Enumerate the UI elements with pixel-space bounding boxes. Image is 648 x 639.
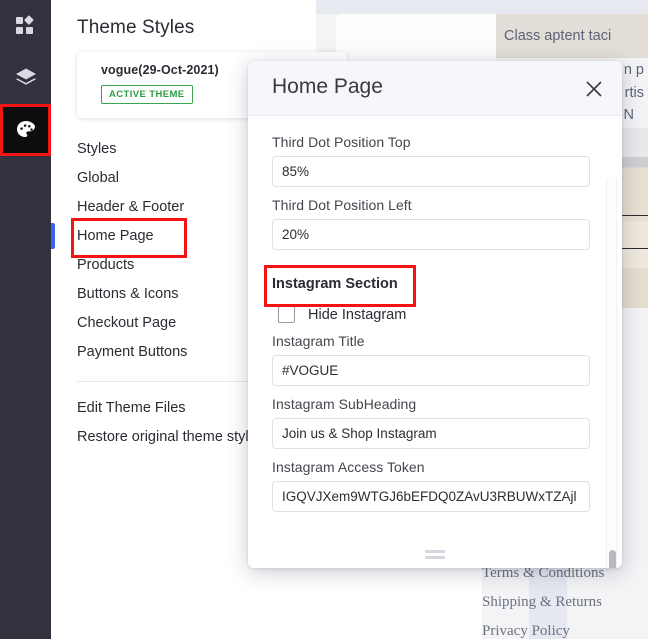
page-title: Theme Styles	[77, 17, 195, 38]
resize-handle[interactable]	[425, 550, 445, 559]
rail-item-apps[interactable]	[0, 0, 51, 52]
label-third-dot-left: Third Dot Position Left	[272, 197, 412, 213]
preview-fragment-1: n p	[623, 62, 644, 78]
modal-body: Third Dot Position Top Third Dot Positio…	[248, 116, 622, 568]
rail-item-layers[interactable]	[0, 52, 51, 104]
layers-icon	[15, 68, 36, 85]
section-heading-instagram: Instagram Section	[264, 265, 416, 307]
label-instagram-title: Instagram Title	[272, 333, 365, 349]
footer-link[interactable]: Privacy Policy	[482, 623, 648, 639]
label-instagram-subheading: Instagram SubHeading	[272, 396, 417, 412]
rail-item-theme[interactable]	[0, 104, 51, 156]
modal-title: Home Page	[272, 75, 383, 98]
input-instagram-title[interactable]	[272, 355, 590, 386]
input-third-dot-left[interactable]	[272, 219, 590, 250]
preview-photo-frame	[618, 215, 648, 249]
preview-fragment-2: rtis	[624, 85, 644, 101]
hide-instagram-row[interactable]: Hide Instagram	[278, 306, 594, 323]
status-badge: ACTIVE THEME	[101, 85, 193, 104]
preview-footer-links: Terms & Conditions Shipping & Returns Pr…	[482, 565, 648, 639]
footer-link[interactable]: Shipping & Returns	[482, 594, 648, 611]
label-instagram-access-token: Instagram Access Token	[272, 459, 425, 475]
label-hide-instagram: Hide Instagram	[308, 306, 407, 323]
apps-icon	[15, 15, 33, 34]
modal-scrollbar-thumb[interactable]	[609, 550, 616, 568]
app-screen: Class aptent taci n p rtis N s c Terms &…	[0, 0, 648, 639]
input-third-dot-top[interactable]	[272, 156, 590, 187]
home-page-modal: Home Page Third Dot Position Top Third D…	[248, 61, 622, 568]
modal-header: Home Page	[248, 61, 622, 116]
modal-scrollbar[interactable]	[606, 178, 617, 568]
input-instagram-subheading[interactable]	[272, 418, 590, 449]
palette-icon	[16, 121, 35, 137]
preview-beige-text: Class aptent taci	[504, 28, 612, 44]
icon-rail	[0, 0, 51, 639]
preview-footer-white	[316, 565, 482, 639]
preview-fragment-3: N	[623, 107, 634, 123]
label-third-dot-top: Third Dot Position Top	[272, 134, 411, 150]
preview-top-strip	[316, 0, 648, 14]
close-icon[interactable]	[583, 78, 605, 100]
checkbox-hide-instagram[interactable]	[278, 306, 295, 323]
input-instagram-access-token[interactable]	[272, 481, 590, 512]
preview-beige-block: Class aptent taci	[496, 14, 648, 58]
